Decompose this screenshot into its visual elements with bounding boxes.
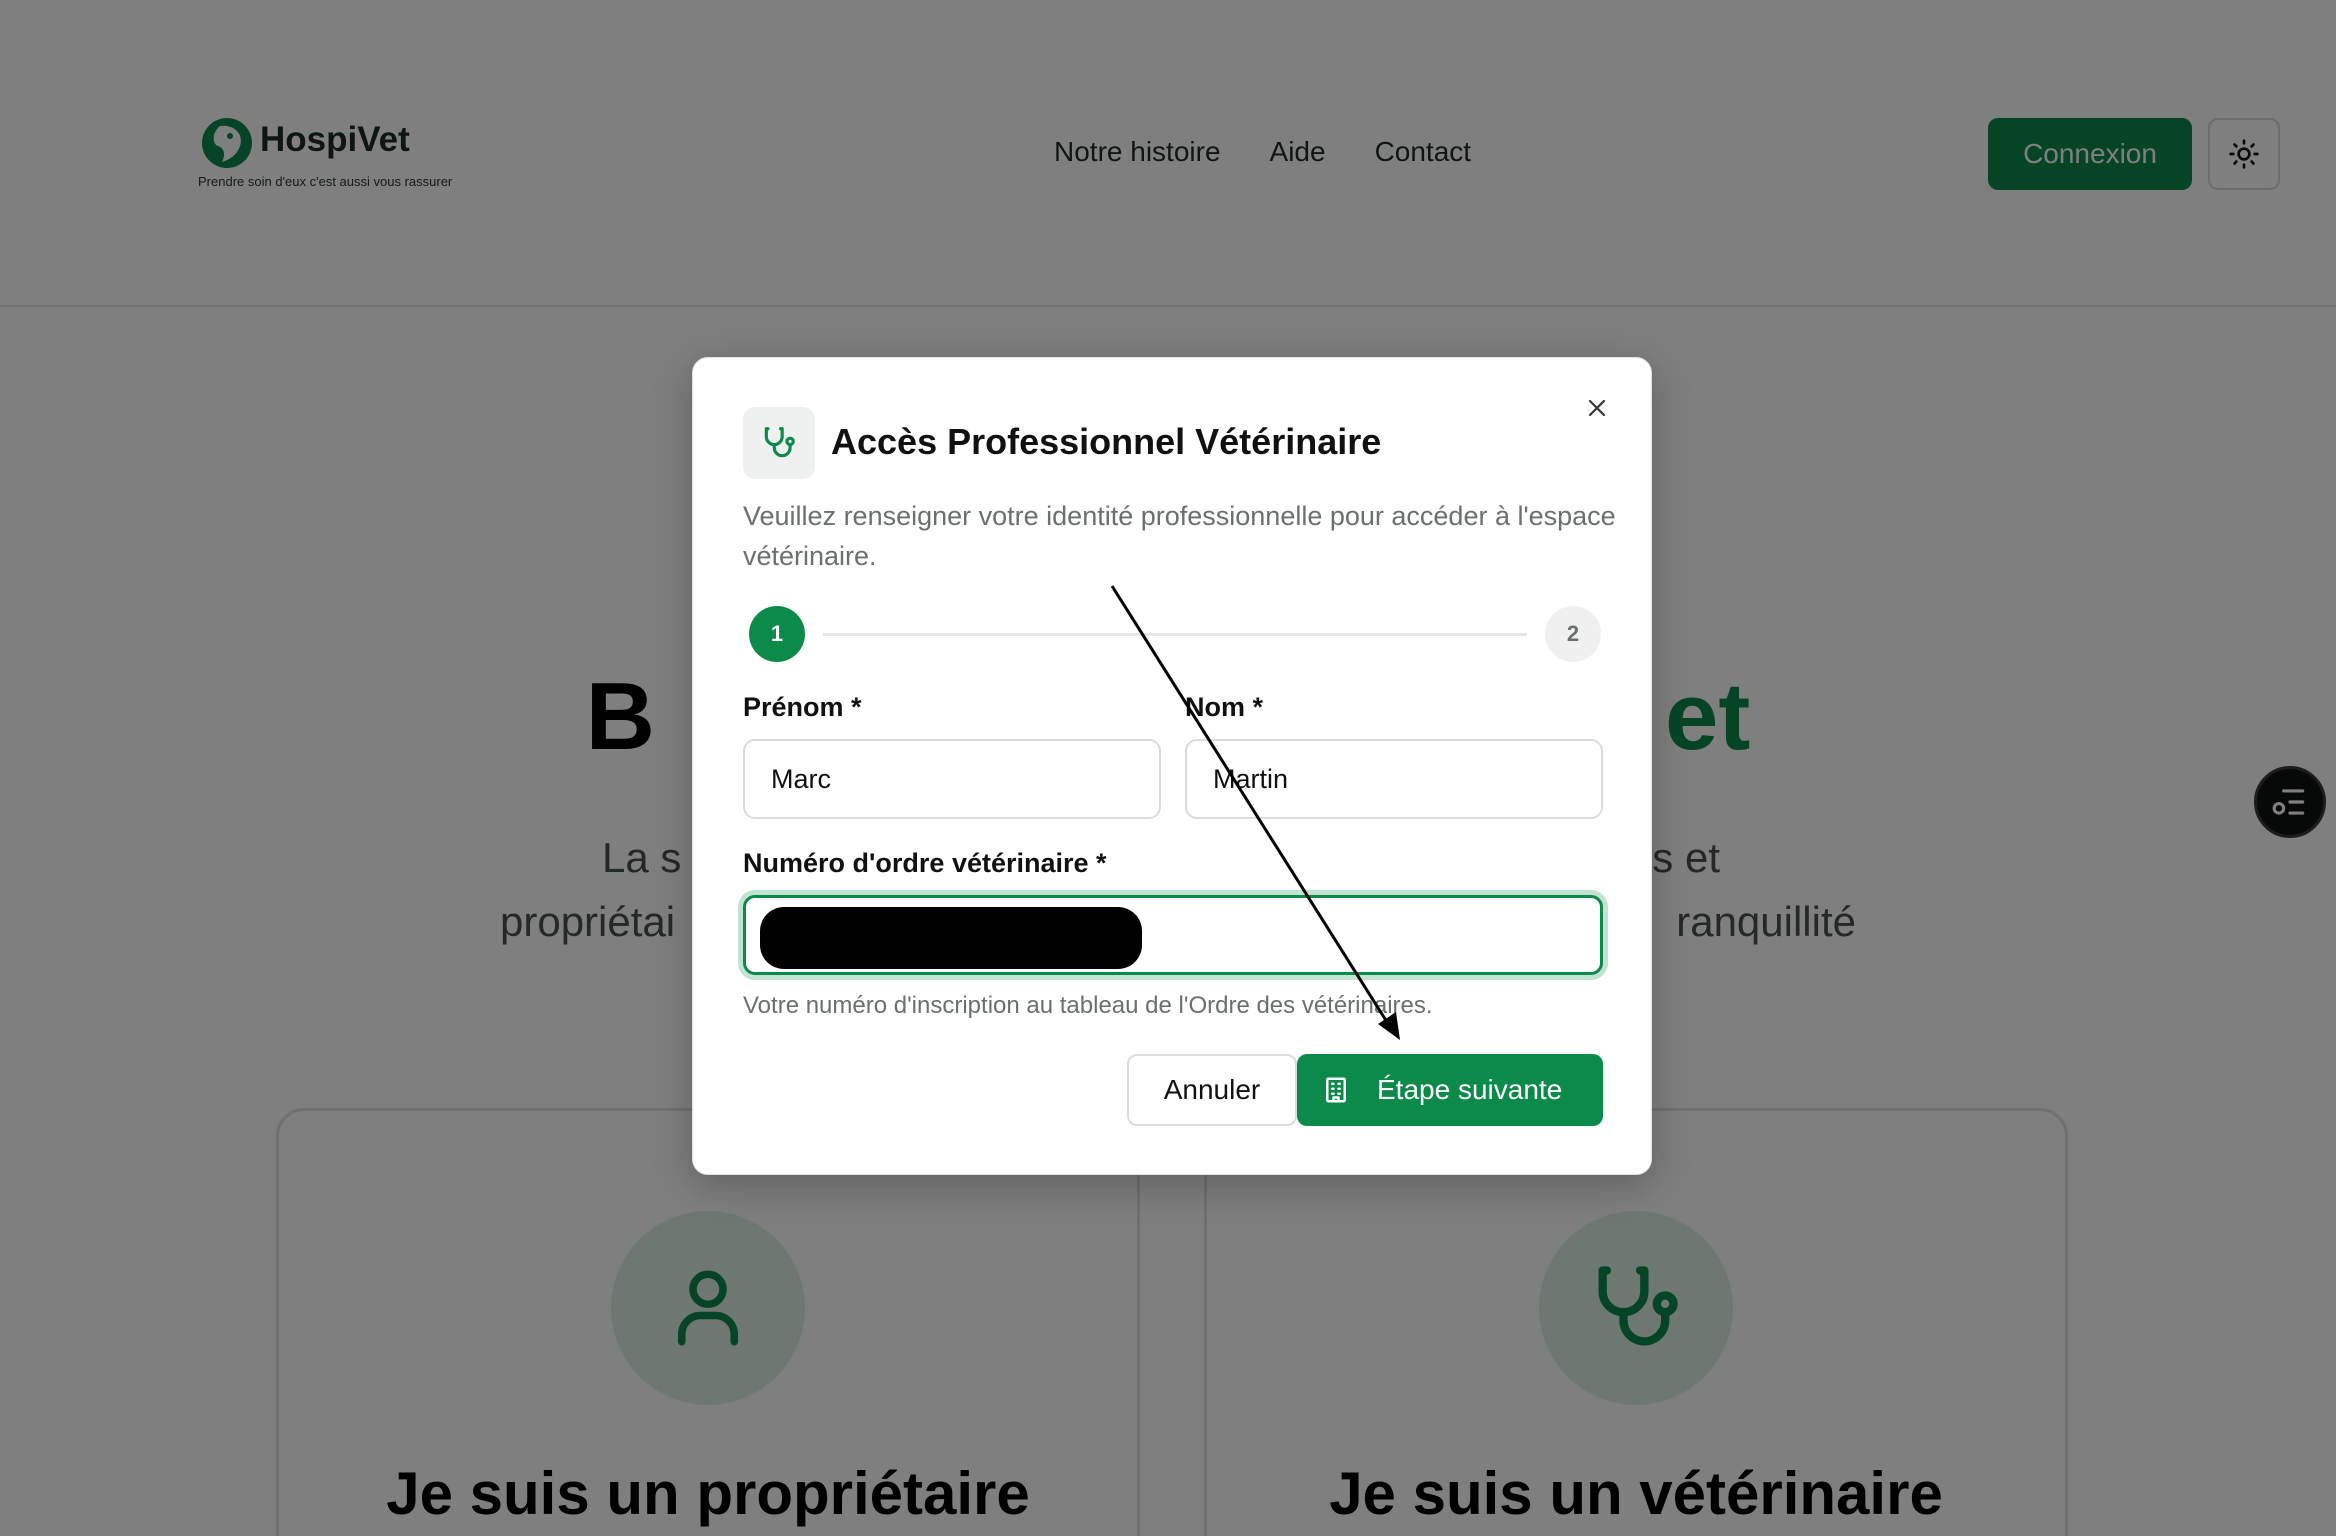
last-name-input[interactable]: Martin [1185, 739, 1603, 819]
first-name-input[interactable]: Marc [743, 739, 1161, 819]
dialog-icon-box [743, 407, 815, 479]
dialog-title: Accès Professionnel Vétérinaire [831, 421, 1382, 462]
order-number-input[interactable] [743, 895, 1603, 975]
order-number-helper: Votre numéro d'inscription au tableau de… [743, 992, 1433, 1019]
last-name-label: Nom * [1185, 692, 1264, 722]
vet-access-dialog: Accès Professionnel Vétérinaire Veuillez… [692, 357, 1652, 1175]
cancel-button[interactable]: Annuler [1127, 1054, 1297, 1126]
step-1: 1 [749, 606, 805, 662]
next-step-button[interactable]: Étape suivante [1297, 1054, 1603, 1126]
redacted-value [760, 907, 1142, 969]
close-icon [1588, 399, 1606, 417]
first-name-label: Prénom * [743, 692, 862, 722]
step-connector [823, 633, 1527, 636]
building-icon [1326, 1077, 1346, 1103]
step-2: 2 [1545, 606, 1601, 662]
stepper: 1 2 [749, 606, 1601, 662]
stethoscope-icon [764, 427, 795, 458]
dialog-description: Veuillez renseigner votre identité profe… [743, 501, 1616, 571]
next-step-label: Étape suivante [1377, 1074, 1563, 1105]
close-button[interactable] [1577, 388, 1617, 428]
order-number-label: Numéro d'ordre vétérinaire * [743, 848, 1107, 878]
